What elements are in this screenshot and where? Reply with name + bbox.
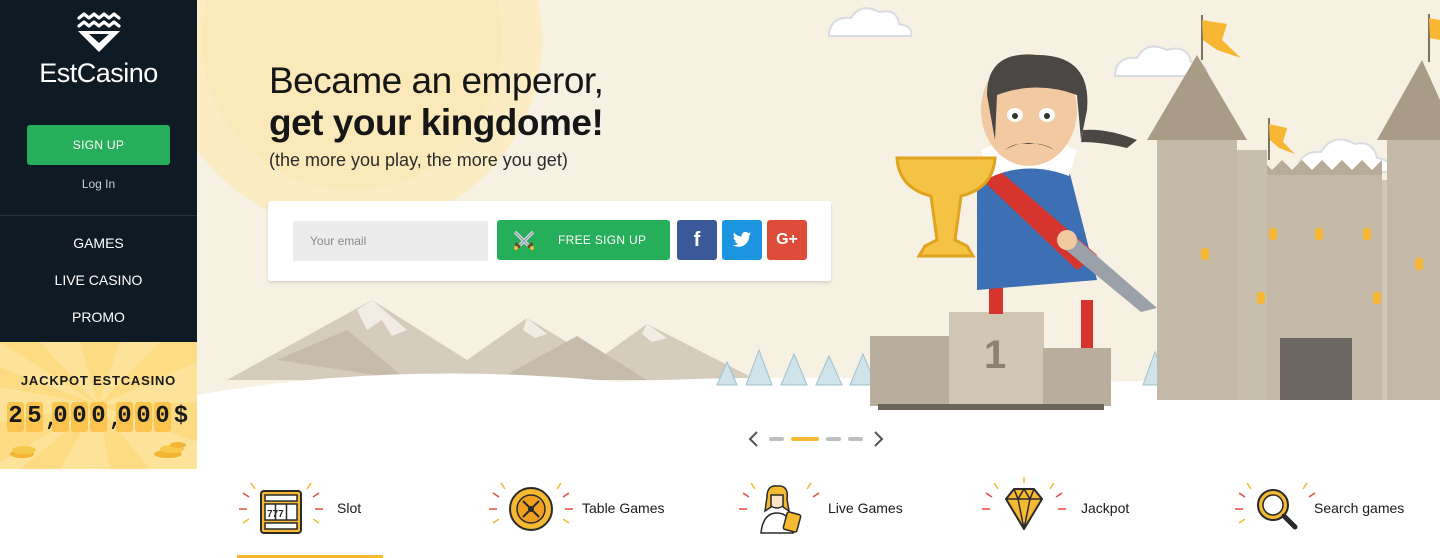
svg-text:777: 777	[267, 509, 284, 520]
sidebar-item-live-casino[interactable]: LIVE CASINO	[0, 269, 197, 306]
crown-logo-icon	[76, 12, 121, 52]
facebook-button[interactable]: f	[677, 220, 717, 260]
slider-dot[interactable]	[848, 437, 863, 441]
email-field[interactable]	[293, 221, 488, 261]
chevron-right-icon[interactable]	[871, 429, 887, 449]
log-in-link[interactable]: Log In	[0, 177, 197, 191]
slider-dot[interactable]	[769, 437, 784, 441]
game-categories: 777 Slot Table Games Live Games Jackpot …	[197, 460, 1440, 558]
jackpot-digit: 5	[26, 402, 43, 432]
category-label: Slot	[337, 500, 362, 516]
twitter-button[interactable]	[722, 220, 762, 260]
jackpot-separator: ,	[45, 402, 58, 432]
headline-subtitle: (the more you play, the more you get)	[269, 150, 568, 170]
jackpot-digit: 0	[90, 402, 107, 432]
magnifier-icon	[1235, 482, 1316, 530]
mountains	[227, 300, 757, 380]
free-sign-up-label: FREE SIGN UP	[558, 233, 647, 247]
sidebar-item-promo[interactable]: PROMO	[0, 306, 197, 343]
jackpot-digit: 0	[116, 402, 133, 432]
sidebar-nav: GAMES LIVE CASINO PROMO	[0, 232, 197, 343]
logo[interactable]: EstCasino	[0, 12, 197, 89]
sidebar-divider	[0, 215, 197, 216]
slider-pagination	[745, 429, 895, 449]
diamond-icon	[982, 477, 1066, 530]
jackpot-amount: 2 5 , 0 0 0 , 0 0 0 $	[7, 402, 189, 432]
sign-up-button[interactable]: SIGN UP	[27, 125, 170, 165]
jackpot-currency: $	[173, 403, 189, 430]
jackpot-digit: 0	[71, 402, 88, 432]
category-label: Search games	[1314, 500, 1405, 516]
free-sign-up-button[interactable]: FREE SIGN UP	[497, 220, 670, 260]
category-live-games[interactable]: Live Games	[737, 477, 917, 541]
winner-podium: 1	[870, 312, 1111, 410]
sidebar: EstCasino SIGN UP Log In GAMES LIVE CASI…	[0, 0, 197, 558]
sidebar-item-games[interactable]: GAMES	[0, 232, 197, 269]
headline-line-1: Became an emperor,	[269, 60, 604, 101]
category-label: Jackpot	[1081, 500, 1130, 516]
google-plus-icon: G+	[776, 231, 798, 248]
crossed-swords-icon	[513, 230, 535, 250]
hero-banner: 1 Became an emperor, get your kingdome! …	[197, 0, 1440, 460]
signup-form: FREE SIGN UP f G+	[268, 201, 831, 281]
category-label: Table Games	[582, 500, 665, 516]
castle	[1147, 14, 1440, 400]
slot-machine-icon: 777	[239, 482, 323, 534]
category-table-games[interactable]: Table Games	[487, 477, 677, 541]
jackpot-digit: 0	[52, 402, 69, 432]
category-search-games[interactable]: Search games	[1233, 477, 1433, 541]
podium-number: 1	[984, 333, 1006, 377]
jackpot-digit: 0	[135, 402, 152, 432]
slider-dot[interactable]	[826, 437, 841, 441]
live-dealer-icon	[739, 482, 820, 534]
facebook-icon: f	[693, 229, 701, 251]
emperor-character	[895, 54, 1157, 348]
hero-headline: Became an emperor, get your kingdome! (t…	[269, 60, 604, 171]
slider-dot-active[interactable]	[791, 437, 819, 441]
jackpot-digit: 2	[7, 402, 24, 432]
chevron-left-icon[interactable]	[745, 429, 761, 449]
category-label: Live Games	[828, 500, 903, 516]
cloud	[828, 7, 913, 37]
roulette-icon	[489, 482, 573, 531]
jackpot-digit: 0	[154, 402, 171, 432]
jackpot-separator: ,	[109, 402, 122, 432]
category-slot[interactable]: 777 Slot	[237, 477, 377, 541]
twitter-icon	[732, 231, 752, 247]
google-plus-button[interactable]: G+	[767, 220, 807, 260]
logo-text: EstCasino	[39, 58, 158, 88]
headline-line-2: get your kingdome!	[269, 102, 604, 143]
category-jackpot[interactable]: Jackpot	[980, 477, 1140, 541]
jackpot-panel[interactable]: JACKPOT ESTCASINO 2 5 , 0 0 0 , 0 0 0 $	[0, 342, 197, 469]
jackpot-title: JACKPOT ESTCASINO	[20, 373, 177, 388]
